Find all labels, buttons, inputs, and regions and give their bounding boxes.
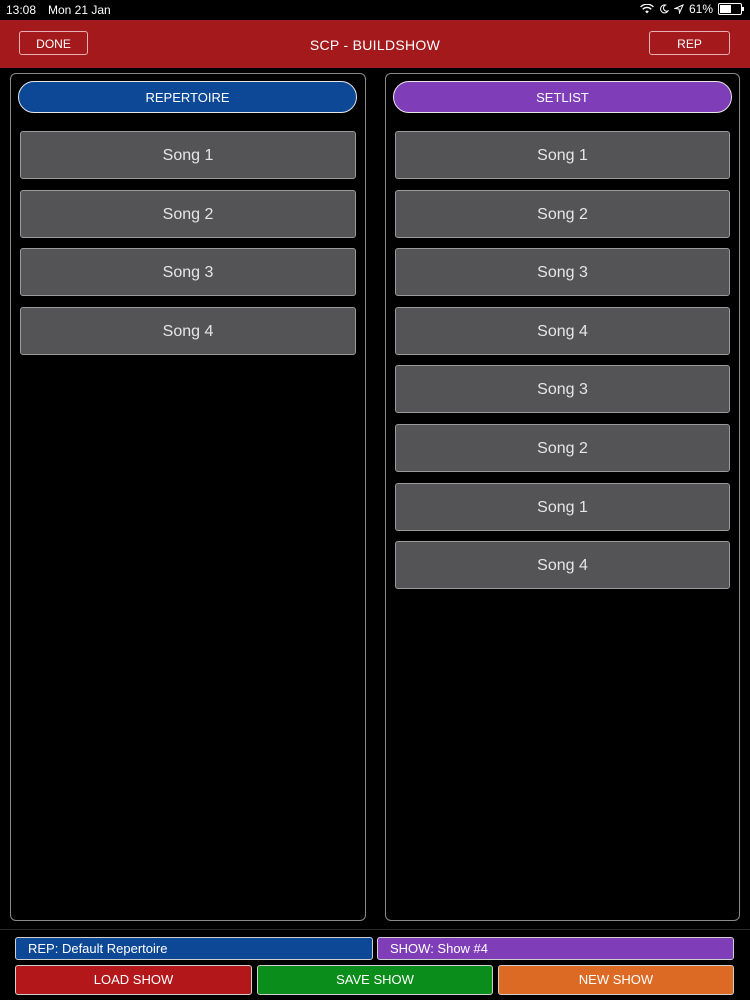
repertoire-song-item[interactable]: Song 4 [20,306,356,355]
rep-button[interactable]: REP [649,31,730,55]
repertoire-info-bar: REP: Default Repertoire [15,937,373,960]
repertoire-song-item[interactable]: Song 1 [20,131,356,179]
repertoire-header-button[interactable]: REPERTOIRE [18,81,357,113]
status-indicators: 61% [640,2,744,16]
footer-divider [0,929,750,930]
repertoire-song-item[interactable]: Song 2 [20,189,356,238]
moon-icon [659,4,669,14]
save-show-button[interactable]: SAVE SHOW [257,965,493,995]
show-info-bar: SHOW: Show #4 [377,937,734,960]
setlist-panel: SETLIST Song 1 Song 2 Song 3 Song 4 Song 3 So… [385,73,740,921]
setlist-header-button[interactable]: SETLIST [393,81,732,113]
setlist-song-item[interactable]: Song 4 [395,306,730,355]
battery-level [720,5,731,13]
header-bar: DONE SCP - BUILDSHOW REP [0,20,750,68]
status-time: 13:08 [6,3,37,17]
wifi-icon [640,4,654,14]
load-show-button[interactable]: LOAD SHOW [15,965,252,995]
repertoire-panel: REPERTOIRE Song 1 Song 2 Song 3 Song 4 [10,73,366,921]
repertoire-song-list: Song 1 Song 2 Song 3 Song 4 [20,131,356,365]
status-date: Mon 21 Jan [48,3,111,17]
repertoire-song-item[interactable]: Song 3 [20,248,356,297]
battery-icon [718,3,744,15]
battery-percent: 61% [688,2,713,16]
setlist-song-list: Song 1 Song 2 Song 3 Song 4 Song 3 Song 2 Song… [395,131,730,600]
setlist-song-item[interactable]: Song 1 [395,131,730,179]
setlist-song-item[interactable]: Song 3 [395,248,730,297]
setlist-song-item[interactable]: Song 2 [395,189,730,238]
setlist-song-item[interactable]: Song 3 [395,365,730,414]
page-title: SCP - BUILDSHOW [309,37,441,53]
new-show-button[interactable]: NEW SHOW [498,965,734,995]
setlist-song-item[interactable]: Song 1 [395,482,730,531]
status-bar: 13:08 Mon 21 Jan 61% [0,0,750,20]
setlist-song-item[interactable]: Song 2 [395,423,730,472]
setlist-song-item[interactable]: Song 4 [395,541,730,590]
location-icon [673,4,684,14]
